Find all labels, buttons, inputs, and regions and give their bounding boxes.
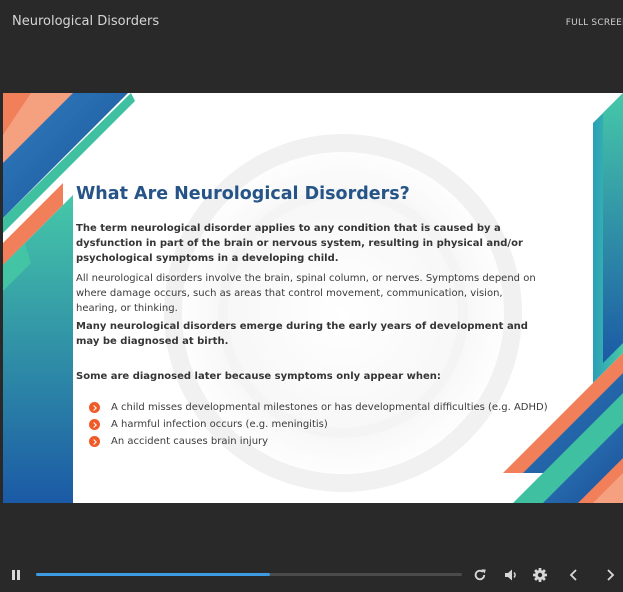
list-item: A harmful infection occurs (e.g. meningi… — [89, 417, 548, 434]
pause-icon[interactable] — [11, 570, 20, 581]
chevron-right-circle-icon — [89, 402, 100, 413]
slide-heading: What Are Neurological Disorders? — [76, 184, 410, 204]
player-controls — [0, 560, 623, 592]
list-item-text: An accident causes brain injury — [111, 436, 269, 447]
next-slide-icon[interactable] — [601, 566, 619, 584]
progress-bar[interactable] — [36, 573, 462, 576]
list-item-text: A harmful infection occurs (e.g. meningi… — [111, 419, 328, 430]
bullet-list: A child misses developmental milestones … — [89, 400, 548, 451]
top-bar: Neurological Disorders FULL SCREEN — [0, 0, 623, 48]
chevron-right-circle-icon — [89, 419, 100, 430]
list-item: A child misses developmental milestones … — [89, 400, 548, 417]
volume-icon[interactable] — [502, 566, 520, 584]
replay-icon[interactable] — [471, 566, 489, 584]
fullscreen-button[interactable]: FULL SCREEN — [566, 18, 623, 28]
body-paragraph: All neurological disorders involve the b… — [76, 273, 536, 314]
course-title: Neurological Disorders — [12, 14, 160, 29]
settings-icon[interactable] — [531, 566, 549, 584]
prev-slide-icon[interactable] — [565, 566, 583, 584]
slide: What Are Neurological Disorders? The ter… — [3, 93, 623, 503]
early-years-paragraph: Many neurological disorders emerge durin… — [76, 321, 528, 347]
list-item-text: A child misses developmental milestones … — [111, 402, 548, 413]
chevron-right-circle-icon — [89, 436, 100, 447]
progress-fill — [36, 573, 271, 576]
later-diagnosis-paragraph: Some are diagnosed later because symptom… — [76, 371, 441, 382]
intro-paragraph: The term neurological disorder applies t… — [76, 223, 523, 264]
list-item: An accident causes brain injury — [89, 434, 548, 451]
